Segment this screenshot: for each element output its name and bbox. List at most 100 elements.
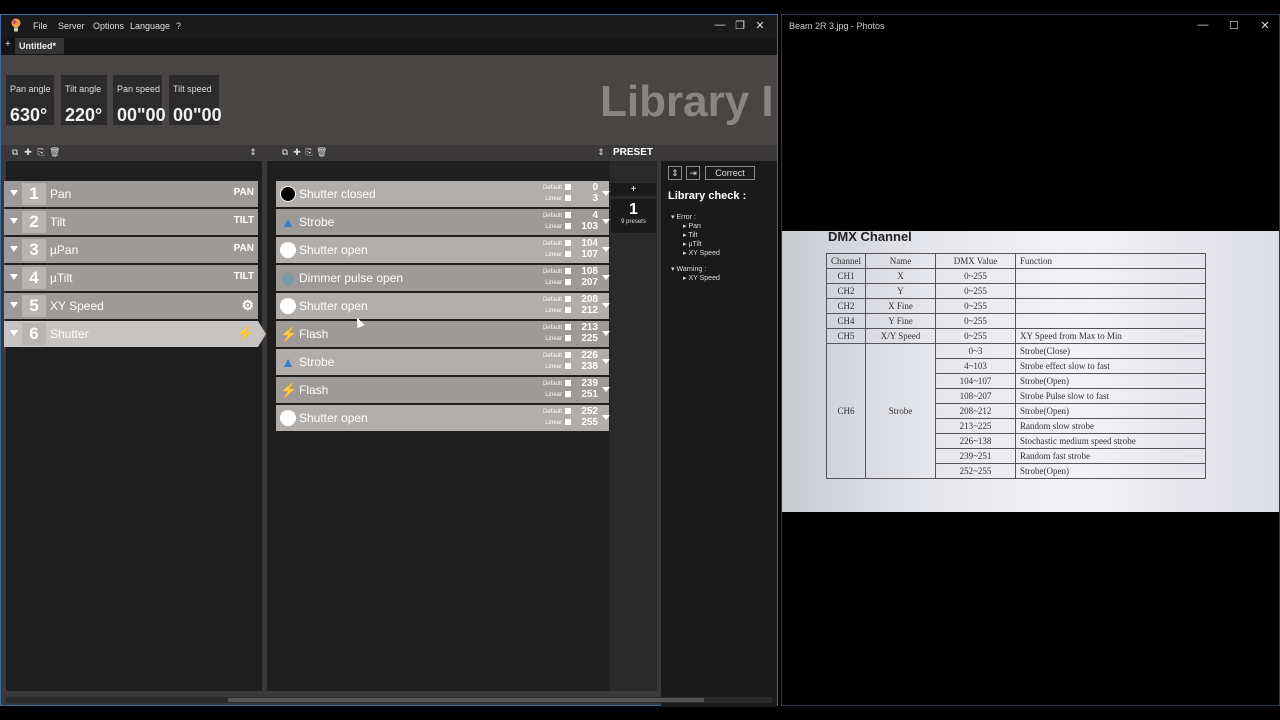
shutter-lightning-icon: ⚡ <box>236 325 254 341</box>
expand-arrow-icon[interactable] <box>10 302 18 308</box>
preset-row[interactable]: Shutter open Default Linear 104 107 <box>276 237 610 263</box>
linear-checkbox[interactable] <box>565 363 571 370</box>
dropdown-arrow-icon[interactable] <box>602 275 610 280</box>
check-tree: ▾ Error : ▸ Pan ▸ Tilt ▸ µTilt ▸ XY Spee… <box>671 213 720 283</box>
table-row: CH6 Strobe 0~3 Strobe(Close) <box>826 343 1206 479</box>
dmx-range: 252 255 <box>581 406 598 428</box>
delete-icon[interactable]: 🗑 <box>49 147 60 157</box>
refresh-icon[interactable]: ⇕ <box>668 166 682 180</box>
linear-checkbox[interactable] <box>565 195 571 202</box>
default-checkbox[interactable] <box>565 296 571 303</box>
default-checkbox[interactable] <box>565 268 571 275</box>
dropdown-arrow-icon[interactable] <box>602 303 610 308</box>
paste-icon[interactable]: ⎘ <box>36 147 46 157</box>
tree-item[interactable]: ▸ Pan <box>671 222 720 231</box>
dmx-range: 104 107 <box>581 238 598 260</box>
add-icon[interactable]: ✚ <box>23 147 33 157</box>
expand-arrow-icon[interactable] <box>10 330 18 336</box>
tree-item[interactable]: ▸ µTilt <box>671 240 720 249</box>
channel-row[interactable]: 4 µTilt TILT <box>4 265 258 291</box>
preset-row[interactable]: ⚡ Flash Default Linear 239 251 <box>276 377 610 403</box>
dropdown-arrow-icon[interactable] <box>602 359 610 364</box>
sort-icon[interactable]: ⇕ <box>248 147 258 157</box>
preset-row[interactable]: ▲ Strobe Default Linear 226 238 <box>276 349 610 375</box>
close-button[interactable]: ✕ <box>1258 19 1272 32</box>
preset-row[interactable]: Shutter closed Default Linear 0 3 <box>276 181 610 207</box>
dropdown-arrow-icon[interactable] <box>602 247 610 252</box>
linear-checkbox[interactable] <box>565 251 571 258</box>
fixture-header: Pan angle 630° Tilt angle 220° Pan speed… <box>1 55 777 145</box>
linear-checkbox[interactable] <box>565 391 571 398</box>
menu-file[interactable]: File <box>33 21 48 31</box>
pan-fine-icon: PAN <box>233 243 254 254</box>
preset-flags: Default Linear <box>535 351 571 373</box>
add-preset-button[interactable]: + <box>611 183 656 196</box>
copy-icon[interactable]: ⧉ <box>280 147 290 157</box>
channel-toolbar: ⧉ ✚ ⎘ 🗑 ⇕ <box>6 145 262 161</box>
dropdown-arrow-icon[interactable] <box>602 331 610 336</box>
tree-warning[interactable]: ▾ Warning : <box>671 265 720 274</box>
channel-row-selected[interactable]: 6 Shutter ⚡ <box>4 321 258 347</box>
expand-arrow-icon[interactable] <box>10 218 18 224</box>
document-photo: DMX Channel Channel Name DMX Value Funct… <box>782 229 1279 512</box>
dropdown-arrow-icon[interactable] <box>602 191 610 196</box>
preset-row[interactable]: ▲ Strobe Default Linear 4 103 <box>276 209 610 235</box>
preset-row[interactable]: Shutter open Default Linear 252 255 <box>276 405 610 431</box>
doc-title: DMX Channel <box>828 229 912 244</box>
default-checkbox[interactable] <box>565 408 571 415</box>
linear-checkbox[interactable] <box>565 335 571 342</box>
default-checkbox[interactable] <box>565 240 571 247</box>
minimize-button[interactable]: — <box>713 19 727 31</box>
dmx-range: 208 212 <box>581 294 598 316</box>
dropdown-arrow-icon[interactable] <box>602 415 610 420</box>
sort-icon[interactable]: ⇕ <box>596 147 606 157</box>
tree-item[interactable]: ▸ Tilt <box>671 231 720 240</box>
dropdown-arrow-icon[interactable] <box>602 387 610 392</box>
channel-row[interactable]: 5 XY Speed ⚙ <box>4 293 258 319</box>
minimize-button[interactable]: — <box>1196 19 1210 31</box>
linear-checkbox[interactable] <box>565 307 571 314</box>
export-icon[interactable]: ⇥ <box>686 166 700 180</box>
tab-untitled[interactable]: Untitled* <box>15 38 64 54</box>
restore-button[interactable]: ❐ <box>733 19 747 32</box>
linear-checkbox[interactable] <box>565 279 571 286</box>
menu-help[interactable]: ? <box>176 21 181 31</box>
tree-item[interactable]: ▸ XY Speed <box>671 249 720 258</box>
preset-row[interactable]: ⚡ Flash Default Linear 213 225 <box>276 321 610 347</box>
menu-options[interactable]: Options <box>93 21 124 31</box>
selection-pointer <box>258 321 266 347</box>
default-checkbox[interactable] <box>565 184 571 191</box>
channel-row[interactable]: 1 Pan PAN <box>4 181 258 207</box>
dropdown-arrow-icon[interactable] <box>602 219 610 224</box>
channel-row[interactable]: 3 µPan PAN <box>4 237 258 263</box>
preset-icon: ▲ <box>281 354 295 370</box>
horizontal-scrollbar[interactable] <box>6 697 772 703</box>
delete-icon[interactable]: 🗑 <box>316 147 327 157</box>
expand-arrow-icon[interactable] <box>10 274 18 280</box>
menu-server[interactable]: Server <box>58 21 85 31</box>
correct-button[interactable]: Correct <box>705 166 755 180</box>
expand-arrow-icon[interactable] <box>10 246 18 252</box>
menu-language[interactable]: Language <box>130 21 170 31</box>
default-checkbox[interactable] <box>565 352 571 359</box>
channel-row[interactable]: 2 Tilt TILT <box>4 209 258 235</box>
copy-icon[interactable]: ⧉ <box>10 147 20 157</box>
preset-row[interactable]: Shutter open Default Linear 208 212 <box>276 293 610 319</box>
metric-pan-angle: Pan angle 630° <box>6 75 54 125</box>
linear-checkbox[interactable] <box>565 223 571 230</box>
default-checkbox[interactable] <box>565 324 571 331</box>
new-tab-icon[interactable]: + <box>5 39 11 50</box>
add-icon[interactable]: ✚ <box>292 147 302 157</box>
tree-item[interactable]: ▸ XY Speed <box>671 274 720 283</box>
default-checkbox[interactable] <box>565 212 571 219</box>
preset-row[interactable]: ◎ Dimmer pulse open Default Linear 108 207 <box>276 265 610 291</box>
preset-name: Strobe <box>299 215 335 229</box>
default-checkbox[interactable] <box>565 380 571 387</box>
maximize-button[interactable]: ☐ <box>1227 19 1241 32</box>
scrollbar-thumb[interactable] <box>228 698 704 702</box>
close-button[interactable]: ✕ <box>753 19 767 32</box>
linear-checkbox[interactable] <box>565 419 571 426</box>
paste-icon[interactable]: ⎘ <box>304 147 314 157</box>
tree-error[interactable]: ▾ Error : <box>671 213 720 222</box>
expand-arrow-icon[interactable] <box>10 190 18 196</box>
